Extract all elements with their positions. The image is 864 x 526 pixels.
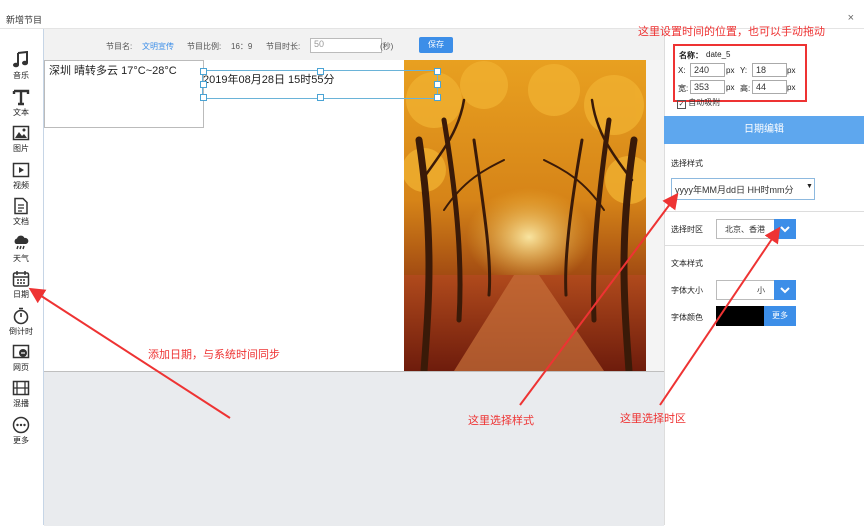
resize-handle[interactable] <box>200 68 207 75</box>
stage-bottom-area <box>44 371 664 526</box>
x-label: X: <box>678 66 686 75</box>
chevron-down-icon <box>780 226 790 233</box>
more-colors-button[interactable]: 更多 <box>764 306 796 326</box>
text-style-label: 文本样式 <box>671 259 703 268</box>
sidebar-item-text[interactable]: 文本 <box>2 88 40 122</box>
date-edit-header: 日期编辑 <box>664 116 864 144</box>
ratio-value: 16：9 <box>231 42 253 51</box>
style-label: 选择样式 <box>671 159 703 168</box>
text-icon <box>12 89 30 106</box>
width-label: 宽: <box>678 84 689 93</box>
sidebar: 音乐 文本 图片 视频 文档 天气 日期 倒计时 网页 混播 更多 <box>0 29 42 525</box>
program-name-label: 节目名: <box>106 42 133 51</box>
resize-handle[interactable] <box>434 94 441 101</box>
sidebar-item-label: 网页 <box>13 363 29 372</box>
sidebar-item-countdown[interactable]: 倒计时 <box>2 307 40 341</box>
font-size-dropdown-button[interactable] <box>774 280 796 300</box>
x-unit: px <box>726 66 735 75</box>
sidebar-item-label: 更多 <box>13 436 29 445</box>
resize-handle[interactable] <box>200 81 207 88</box>
resize-handle[interactable] <box>200 94 207 101</box>
sidebar-item-label: 混播 <box>13 399 29 408</box>
window-title: 新增节目 <box>6 15 43 25</box>
sidebar-item-label: 天气 <box>13 254 29 263</box>
x-input[interactable]: 240 <box>690 63 725 77</box>
divider <box>664 211 864 212</box>
width-unit: px <box>726 83 735 92</box>
timer-icon <box>13 307 29 325</box>
auto-snap-label: 自动吸附 <box>688 98 721 107</box>
close-icon[interactable]: × <box>848 12 854 24</box>
font-size-value: 小 <box>757 286 765 295</box>
date-widget-selection[interactable] <box>200 68 441 101</box>
ratio-label: 节目比例: <box>187 42 222 51</box>
autumn-forest-image[interactable] <box>404 60 646 371</box>
position-annotation: 这里设置时间的位置，也可以手动拖动 <box>638 26 825 38</box>
calendar-icon <box>12 271 30 287</box>
height-label: 高: <box>740 84 751 93</box>
sidebar-item-weather[interactable]: 天气 <box>2 234 40 268</box>
image-icon <box>12 125 30 141</box>
font-size-label: 字体大小 <box>671 286 703 295</box>
sidebar-item-label: 倒计时 <box>9 327 33 336</box>
webpage-icon <box>12 344 30 359</box>
duration-label: 节目时长: <box>266 42 301 51</box>
checkbox-checked-icon[interactable]: ✓ <box>677 100 686 109</box>
resize-handle[interactable] <box>317 68 324 75</box>
mixed-play-icon <box>12 380 30 396</box>
sidebar-item-label: 图片 <box>13 144 29 153</box>
chevron-down-icon <box>780 287 790 294</box>
more-icon <box>12 416 30 434</box>
duration-input[interactable]: 50 <box>310 38 382 53</box>
resize-handle[interactable] <box>434 68 441 75</box>
style-select[interactable]: yyyy年MM月dd日 HH时mm分 <box>671 178 815 200</box>
element-name-label: 名称： <box>679 51 703 60</box>
style-select-value: yyyy年MM月dd日 HH时mm分 <box>675 185 794 195</box>
font-color-swatch[interactable] <box>716 306 764 326</box>
timezone-annotation: 这里选择时区 <box>620 413 686 425</box>
width-input[interactable]: 353 <box>690 80 725 94</box>
sidebar-item-label: 日期 <box>13 290 29 299</box>
weather-text: 深圳 晴转多云 17°C~28°C <box>49 65 177 77</box>
divider <box>664 245 864 246</box>
weather-icon <box>14 235 29 250</box>
sidebar-item-label: 文档 <box>13 217 29 226</box>
timezone-dropdown-button[interactable] <box>774 219 796 239</box>
sidebar-item-label: 视频 <box>13 181 29 190</box>
autumn-forest-picture <box>404 60 646 371</box>
auto-snap-toggle[interactable]: ✓ 自动吸附 <box>677 97 720 109</box>
height-input[interactable]: 44 <box>752 80 787 94</box>
element-name-value: date_5 <box>706 50 731 59</box>
timezone-select-value: 北京、香港 <box>725 225 765 234</box>
sidebar-item-label: 文本 <box>13 108 29 117</box>
sidebar-item-date[interactable]: 日期 <box>2 270 40 304</box>
y-unit: px <box>787 66 796 75</box>
sidebar-item-mixed-play[interactable]: 混播 <box>2 379 40 413</box>
height-unit: px <box>787 83 796 92</box>
canvas-margin <box>646 60 664 371</box>
y-input[interactable]: 18 <box>752 63 787 77</box>
sidebar-item-more[interactable]: 更多 <box>2 416 40 450</box>
sidebar-item-image[interactable]: 图片 <box>2 124 40 158</box>
program-name-value[interactable]: 文明宣传 <box>142 41 174 52</box>
resize-handle[interactable] <box>434 81 441 88</box>
resize-handle[interactable] <box>317 94 324 101</box>
duration-unit: (秒) <box>380 42 394 51</box>
sidebar-item-document[interactable]: 文档 <box>2 197 40 231</box>
style-annotation: 这里选择样式 <box>468 415 534 427</box>
music-icon <box>13 51 28 68</box>
caret-down-icon[interactable]: ▼ <box>806 183 813 190</box>
sidebar-item-video[interactable]: 视频 <box>2 161 40 195</box>
document-icon <box>14 197 28 215</box>
sidebar-item-webpage[interactable]: 网页 <box>2 343 40 377</box>
timezone-label: 选择时区 <box>671 225 703 234</box>
save-button[interactable]: 保存 <box>419 37 453 53</box>
font-color-label: 字体颜色 <box>671 313 703 322</box>
video-icon <box>12 162 30 178</box>
sidebar-item-music[interactable]: 音乐 <box>2 51 40 85</box>
sidebar-item-label: 音乐 <box>13 71 29 80</box>
y-label: Y: <box>740 66 748 75</box>
add-date-annotation: 添加日期，与系统时间同步 <box>148 349 280 361</box>
